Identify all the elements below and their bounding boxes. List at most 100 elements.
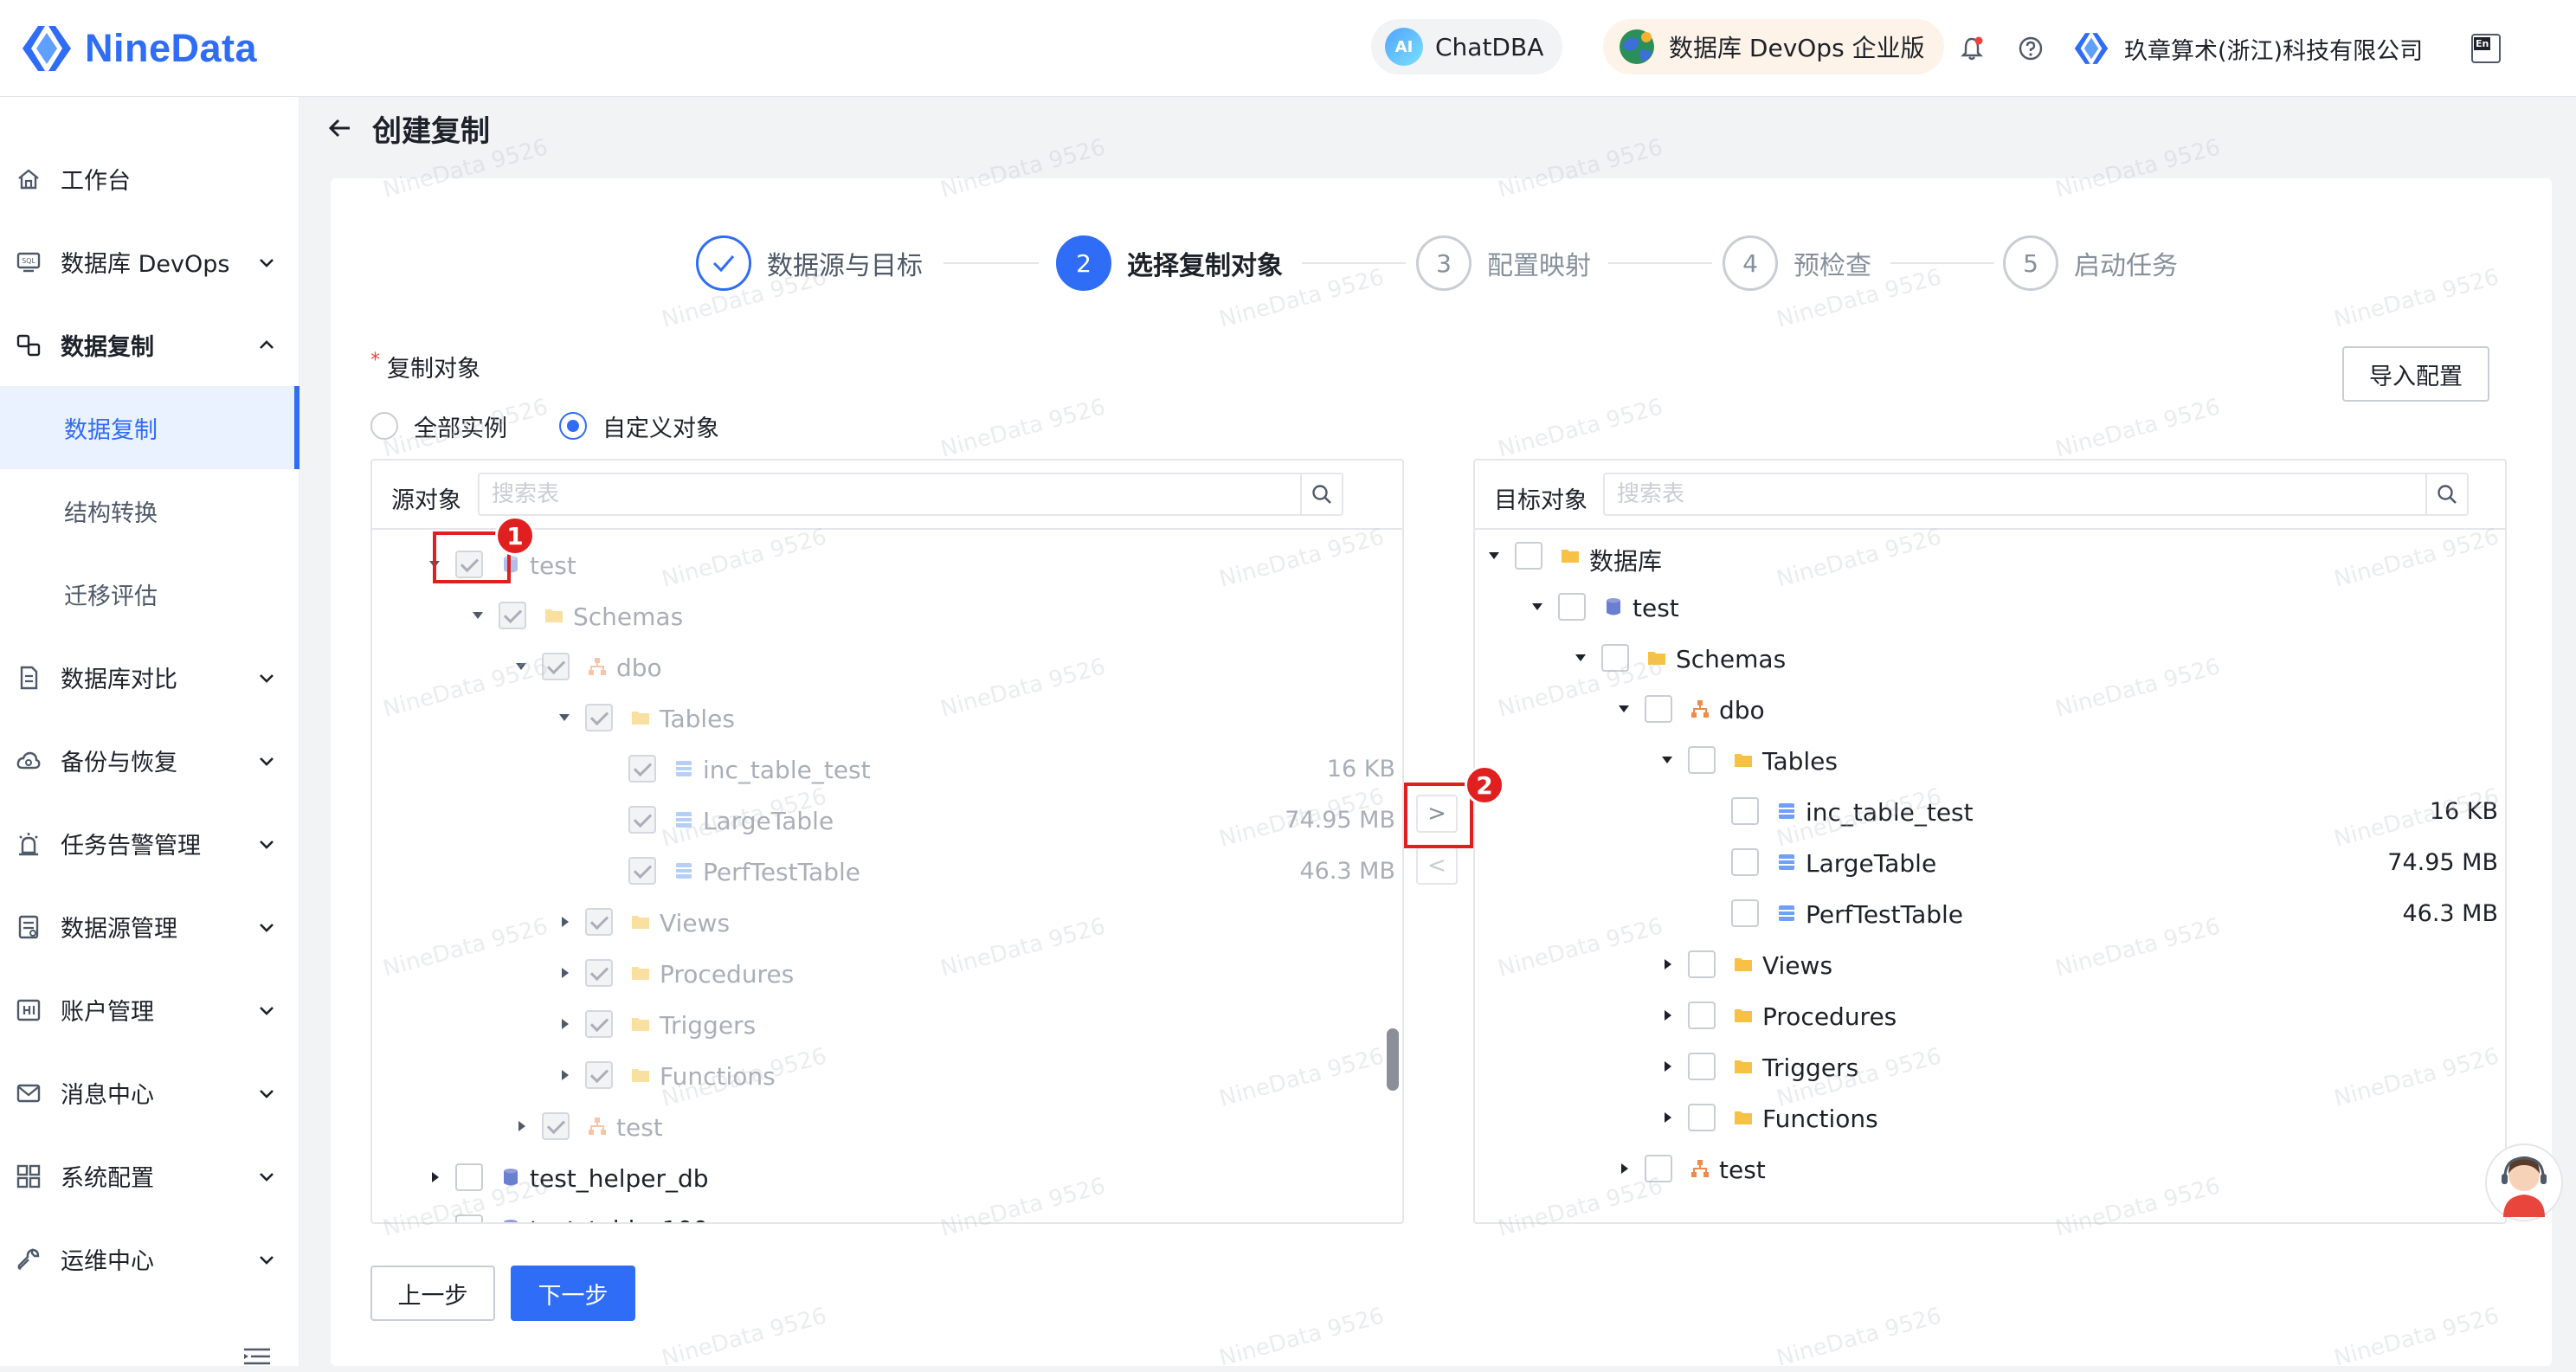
- tree-row[interactable]: Schemas: [1475, 634, 2505, 682]
- tree-row[interactable]: test: [372, 1102, 1402, 1150]
- tree-checkbox[interactable]: [1645, 695, 1672, 723]
- edition-button[interactable]: 数据库 DevOps 企业版: [1603, 19, 1944, 74]
- tree-checkbox[interactable]: [585, 1010, 613, 1038]
- tree-checkbox[interactable]: [542, 653, 570, 680]
- caret-right-icon[interactable]: [428, 1221, 441, 1222]
- logo[interactable]: NineData: [19, 17, 257, 80]
- caret-right-icon[interactable]: [557, 915, 571, 929]
- caret-down-icon[interactable]: [514, 660, 528, 673]
- tree-row[interactable]: Triggers: [1475, 1042, 2505, 1091]
- previous-step-button[interactable]: 上一步: [370, 1266, 495, 1321]
- caret-right-icon[interactable]: [1617, 1162, 1631, 1176]
- sidebar-subitem-replication[interactable]: 数据复制: [0, 386, 299, 469]
- tree-row[interactable]: inc_table_test 16 KB: [1475, 787, 2505, 835]
- sidebar-subitem-migration-assessment[interactable]: 迁移评估: [0, 552, 299, 635]
- tree-row[interactable]: Tables: [372, 693, 1402, 742]
- tree-row[interactable]: LargeTable 74.95 MB: [372, 796, 1402, 844]
- sidebar-item-alerts[interactable]: 任务告警管理: [0, 802, 299, 885]
- tree-checkbox[interactable]: [499, 602, 526, 629]
- tree-row[interactable]: Views: [1475, 940, 2505, 989]
- tree-checkbox[interactable]: [455, 1214, 483, 1222]
- transfer-left-button[interactable]: <: [1416, 847, 1458, 885]
- tree-row[interactable]: inc_table_test 16 KB: [372, 744, 1402, 793]
- source-scrollbar-thumb[interactable]: [1387, 1028, 1399, 1091]
- tree-checkbox[interactable]: [1515, 542, 1542, 570]
- caret-down-icon[interactable]: [471, 609, 485, 622]
- radio-custom-objects[interactable]: 自定义对象: [559, 409, 719, 443]
- tree-row[interactable]: dbo: [1475, 685, 2505, 733]
- tree-row[interactable]: test_table_100: [372, 1204, 1402, 1222]
- tree-row[interactable]: test_helper_db: [372, 1153, 1402, 1201]
- organization-switcher[interactable]: 玖章算术(浙江)科技有限公司: [2072, 26, 2423, 71]
- sidebar-item-devops[interactable]: SQL 数据库 DevOps: [0, 220, 299, 303]
- tree-row[interactable]: dbo: [372, 642, 1402, 691]
- tree-row[interactable]: Tables: [1475, 736, 2505, 784]
- language-icon[interactable]: En: [2467, 29, 2505, 68]
- caret-down-icon[interactable]: [1574, 651, 1587, 665]
- tree-checkbox[interactable]: [1731, 797, 1759, 825]
- caret-right-icon[interactable]: [1660, 957, 1674, 971]
- tree-row[interactable]: test: [1475, 583, 2505, 631]
- tree-row[interactable]: Schemas: [372, 591, 1402, 640]
- caret-right-icon[interactable]: [428, 1170, 441, 1184]
- caret-right-icon[interactable]: [557, 1068, 571, 1082]
- tree-checkbox[interactable]: [628, 755, 656, 783]
- sidebar-item-accounts[interactable]: 账户管理: [0, 968, 299, 1051]
- next-step-button[interactable]: 下一步: [511, 1266, 635, 1321]
- sidebar-item-messages[interactable]: 消息中心: [0, 1051, 299, 1134]
- tree-checkbox[interactable]: [1688, 1104, 1716, 1131]
- tree-checkbox[interactable]: [1645, 1155, 1672, 1182]
- tree-checkbox[interactable]: [585, 704, 613, 731]
- import-config-button[interactable]: 导入配置: [2342, 346, 2489, 402]
- tree-checkbox[interactable]: [1688, 746, 1716, 774]
- tree-checkbox[interactable]: [1688, 1002, 1716, 1029]
- tree-checkbox[interactable]: [1688, 1053, 1716, 1080]
- radio-all-instances[interactable]: 全部实例: [370, 409, 507, 443]
- sidebar-item-system-config[interactable]: 系统配置: [0, 1134, 299, 1217]
- tree-row[interactable]: PerfTestTable 46.3 MB: [372, 847, 1402, 895]
- tree-row[interactable]: LargeTable 74.95 MB: [1475, 838, 2505, 886]
- tree-row[interactable]: Functions: [1475, 1093, 2505, 1142]
- sidebar-subitem-schema-conversion[interactable]: 结构转换: [0, 469, 299, 552]
- tree-row[interactable]: Procedures: [1475, 991, 2505, 1040]
- caret-right-icon[interactable]: [1660, 1111, 1674, 1124]
- tree-checkbox[interactable]: [628, 806, 656, 834]
- help-icon[interactable]: [2012, 29, 2050, 68]
- caret-down-icon[interactable]: [557, 711, 571, 725]
- sidebar-item-replication[interactable]: 数据复制: [0, 303, 299, 386]
- tree-row[interactable]: 数据库: [1475, 531, 2505, 580]
- caret-right-icon[interactable]: [557, 1017, 571, 1031]
- caret-right-icon[interactable]: [1660, 1008, 1674, 1022]
- tree-checkbox[interactable]: [1731, 899, 1759, 927]
- sidebar-item-backup[interactable]: 备份与恢复: [0, 718, 299, 802]
- tree-checkbox[interactable]: [455, 1163, 483, 1191]
- sidebar-item-datasource[interactable]: 数据源管理: [0, 885, 299, 968]
- caret-down-icon[interactable]: [1530, 600, 1544, 614]
- notification-bell-icon[interactable]: [1953, 29, 1991, 68]
- back-arrow-icon[interactable]: [327, 115, 353, 141]
- tree-row[interactable]: Views: [372, 898, 1402, 946]
- support-avatar-icon[interactable]: [2484, 1143, 2564, 1222]
- tree-checkbox[interactable]: [628, 857, 656, 885]
- sidebar-item-ops[interactable]: 运维中心: [0, 1217, 299, 1300]
- source-search-button[interactable]: [1300, 474, 1342, 514]
- tree-checkbox[interactable]: [1558, 593, 1586, 621]
- tree-checkbox[interactable]: [585, 1061, 613, 1089]
- caret-down-icon[interactable]: [1660, 753, 1674, 767]
- tree-row[interactable]: PerfTestTable 46.3 MB: [1475, 889, 2505, 937]
- tree-checkbox[interactable]: [1731, 848, 1759, 876]
- tree-checkbox[interactable]: [585, 959, 613, 987]
- caret-right-icon[interactable]: [514, 1119, 528, 1133]
- sidebar-item-db-compare[interactable]: 数据库对比: [0, 635, 299, 718]
- caret-right-icon[interactable]: [557, 966, 571, 980]
- sidebar-item-workbench[interactable]: 工作台: [0, 137, 299, 220]
- caret-down-icon[interactable]: [1487, 549, 1501, 563]
- tree-row[interactable]: Functions: [372, 1051, 1402, 1099]
- caret-down-icon[interactable]: [1617, 702, 1631, 716]
- chatdba-button[interactable]: AI ChatDBA: [1371, 19, 1563, 74]
- target-search-button[interactable]: [2425, 474, 2467, 514]
- tree-row[interactable]: test: [1475, 1144, 2505, 1193]
- tree-checkbox[interactable]: [585, 908, 613, 936]
- collapse-sidebar-icon[interactable]: [242, 1347, 272, 1366]
- source-search-input[interactable]: [480, 474, 1302, 514]
